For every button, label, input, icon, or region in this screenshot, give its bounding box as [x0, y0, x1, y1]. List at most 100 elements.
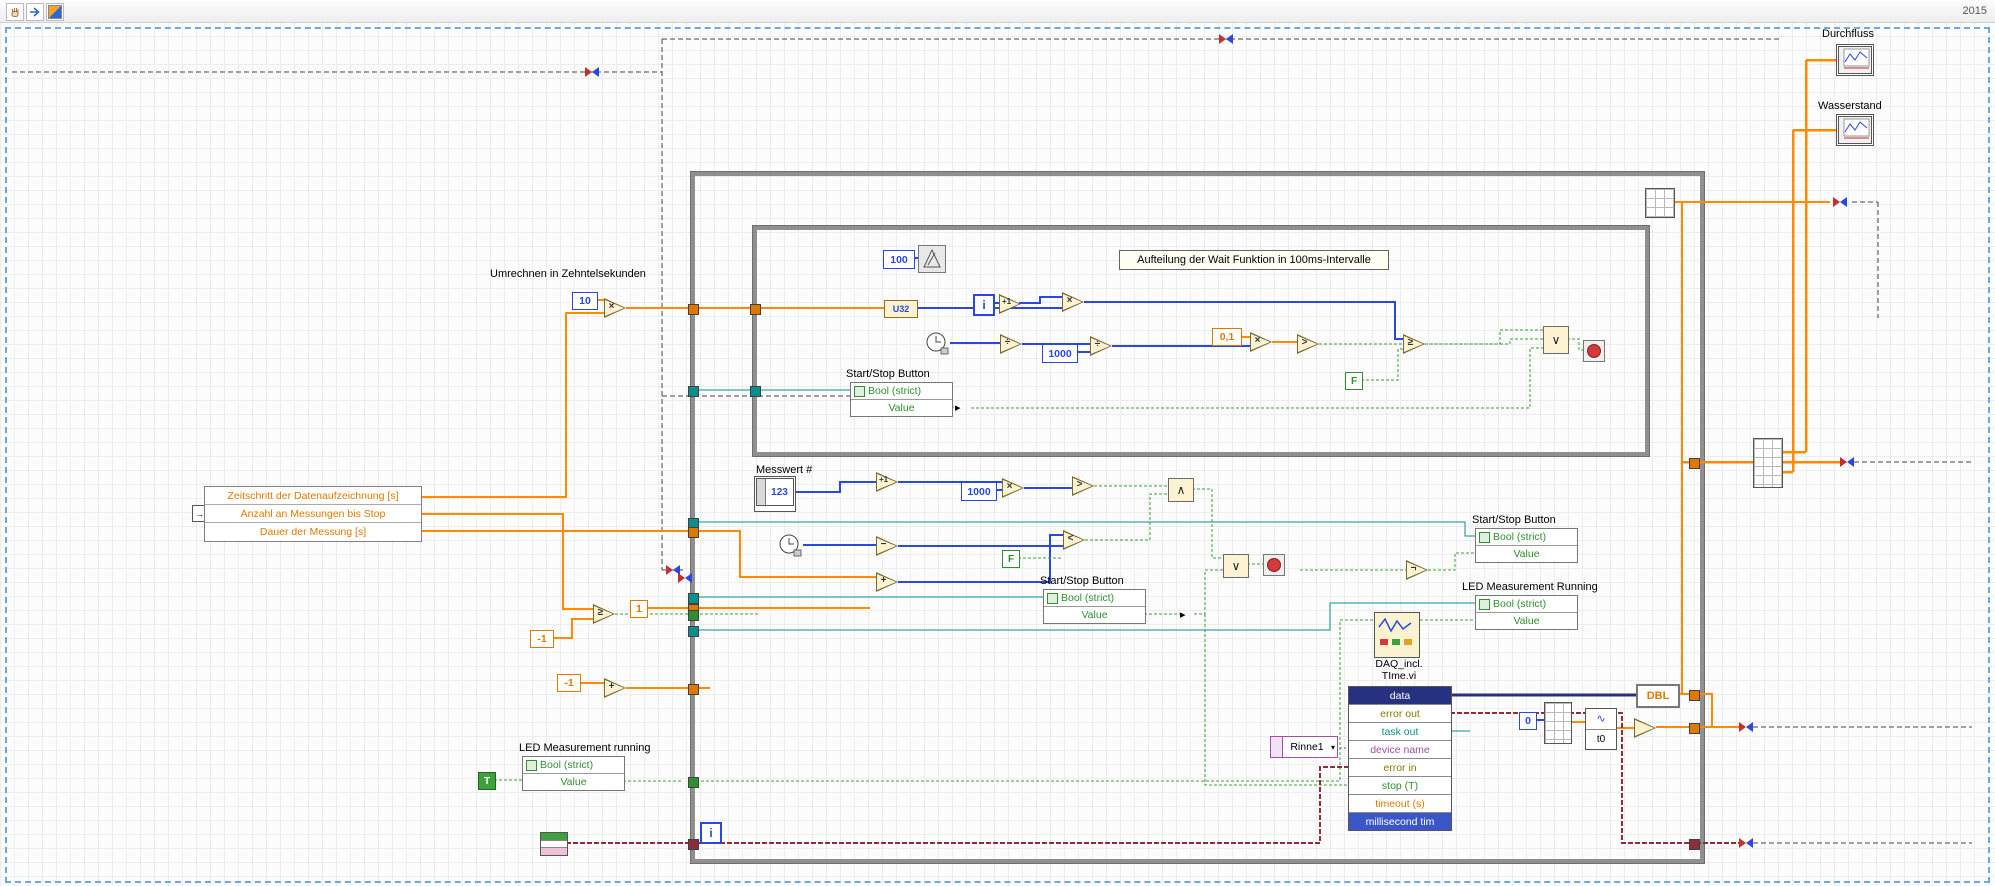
build-array-node[interactable]	[1645, 188, 1675, 218]
wire-junction-icon[interactable]	[1833, 197, 1847, 207]
property-value-row[interactable]: Value	[523, 774, 624, 790]
wire-junction-icon[interactable]	[1219, 34, 1233, 44]
property-node-start-stop-right[interactable]: Bool (strict) Value	[1475, 528, 1578, 563]
wire-junction-icon[interactable]	[585, 67, 599, 77]
daq-terminal-stop[interactable]: stop (T)	[1349, 777, 1451, 795]
tunnel-maroon[interactable]	[1689, 839, 1700, 850]
tunnel-orange[interactable]	[688, 304, 699, 315]
daq-terminal-data[interactable]: data	[1349, 687, 1451, 705]
numeric-constant-10[interactable]: 10	[572, 292, 598, 310]
device-name-text[interactable]: Rinne1	[1283, 741, 1331, 753]
tunnel-orange[interactable]	[688, 527, 699, 538]
error-cluster-constant[interactable]	[540, 832, 568, 856]
property-node-led-left[interactable]: Bool (strict) Value	[522, 756, 625, 791]
daq-vi-icon[interactable]	[1374, 612, 1420, 658]
true-constant[interactable]: T	[478, 772, 496, 790]
iteration-terminal-outer[interactable]: i	[700, 822, 722, 844]
tunnel-teal[interactable]	[688, 386, 699, 397]
tunnel-teal[interactable]	[750, 386, 761, 397]
increment-node[interactable]: +1	[876, 472, 898, 492]
tunnel-green[interactable]	[688, 777, 699, 788]
waveform-chart-wasserstand[interactable]	[1836, 114, 1874, 146]
property-node-label[interactable]: Start/Stop Button	[1472, 514, 1556, 526]
numeric-constant-1000-inner[interactable]: 1000	[1042, 344, 1078, 363]
add-node[interactable]: +	[876, 572, 898, 592]
tunnel-orange[interactable]	[750, 304, 761, 315]
free-label-aufteilung[interactable]: Aufteilung der Wait Funktion in 100ms-In…	[1119, 250, 1389, 270]
wire-junction-icon[interactable]	[1840, 457, 1854, 467]
wait-ms-icon[interactable]	[918, 245, 946, 273]
divide-node[interactable]: ÷	[1000, 334, 1022, 354]
dbl-orange-wires[interactable]	[420, 201, 1830, 729]
numeric-constant-100[interactable]: 100	[883, 250, 915, 269]
property-node-start-stop-inner[interactable]: Bool (strict) Value	[850, 382, 953, 417]
free-label-umrechnen[interactable]: Umrechnen in Zehntelsekunden	[490, 268, 646, 280]
index-array-split-node[interactable]	[1753, 438, 1783, 488]
daq-vi-terminals[interactable]: data error out task out device name erro…	[1348, 686, 1452, 831]
tunnel-green[interactable]	[688, 610, 699, 621]
property-value-row[interactable]: Value	[1044, 607, 1145, 623]
dashed-hidden-wires[interactable]	[12, 38, 1972, 844]
and-node[interactable]: ∧	[1168, 478, 1194, 502]
app-icon[interactable]	[46, 3, 64, 21]
multiply-node[interactable]: ×	[604, 298, 626, 318]
property-node-start-stop-center[interactable]: Bool (strict) Value	[1043, 589, 1146, 624]
multiply-node[interactable]: ×	[1062, 292, 1084, 312]
property-node-label[interactable]: LED Measurement Running	[1462, 581, 1598, 593]
iteration-terminal-inner[interactable]: i	[973, 294, 995, 316]
tunnel-teal[interactable]	[688, 593, 699, 604]
tunnel-orange[interactable]	[1689, 723, 1700, 734]
subtract-node[interactable]: −	[876, 536, 898, 556]
loop-condition-terminal-outer[interactable]	[1263, 554, 1285, 576]
numeric-constant-0-1[interactable]: 0,1	[1212, 328, 1242, 346]
dbl-indicator-terminal[interactable]: DBL	[1636, 684, 1680, 708]
greater-node[interactable]: >	[1072, 476, 1094, 496]
free-label-messwert[interactable]: Messwert #	[756, 464, 812, 476]
property-value-row[interactable]: Value	[1476, 613, 1577, 629]
to-u32-conversion-node[interactable]: U32	[884, 300, 918, 318]
cluster-row-anzahl[interactable]: Anzahl an Messungen bis Stop	[205, 505, 421, 523]
dbl-array-wires[interactable]	[1682, 58, 1840, 474]
cluster-row-dauer[interactable]: Dauer der Messung [s]	[205, 523, 421, 540]
cluster-row-zeitschritt[interactable]: Zeitschritt der Datenaufzeichnung [s]	[205, 487, 421, 505]
wire-junction-icon[interactable]	[678, 573, 692, 583]
greater-equal-node[interactable]: ≥	[593, 604, 615, 624]
increment-node[interactable]: +1	[999, 294, 1021, 314]
settings-cluster-constant[interactable]: Zeitschritt der Datenaufzeichnung [s] An…	[204, 486, 422, 542]
tick-count-ms-icon[interactable]	[777, 532, 803, 563]
tunnel-teal[interactable]	[688, 626, 699, 637]
tick-count-ms-icon[interactable]	[924, 330, 950, 361]
index-array-node[interactable]	[1544, 702, 1572, 744]
pan-hand-tool-icon[interactable]	[6, 3, 24, 21]
property-node-label[interactable]: Start/Stop Button	[1040, 575, 1124, 587]
false-constant[interactable]: F	[1002, 550, 1020, 568]
property-value-row[interactable]: Value	[851, 400, 952, 416]
divide-node[interactable]: ÷	[1090, 336, 1112, 356]
or-node[interactable]: ∨	[1223, 554, 1249, 578]
daq-terminal-task-out[interactable]: task out	[1349, 723, 1451, 741]
daq-terminal-device-name[interactable]: device name	[1349, 741, 1451, 759]
daq-terminal-timeout[interactable]: timeout (s)	[1349, 795, 1451, 813]
build-waveform-node[interactable]: ∿ t0	[1585, 708, 1617, 750]
property-node-label[interactable]: Start/Stop Button	[846, 368, 930, 380]
or-node[interactable]: ∨	[1543, 326, 1569, 354]
tunnel-orange[interactable]	[1689, 458, 1700, 469]
numeric-constant-minus1-b[interactable]: -1	[557, 674, 581, 692]
property-node-led-right[interactable]: Bool (strict) Value	[1475, 595, 1578, 630]
numeric-constant-0[interactable]: 0	[1519, 712, 1537, 730]
loop-condition-terminal-inner[interactable]	[1583, 340, 1605, 362]
daq-terminal-millisecond-timer[interactable]: millisecond tim	[1349, 813, 1451, 830]
local-variable-messwert[interactable]: 123	[754, 476, 796, 512]
tunnel-orange[interactable]	[688, 684, 699, 695]
numeric-constant-1000-outer[interactable]: 1000	[961, 482, 997, 501]
tunnel-maroon[interactable]	[688, 839, 699, 850]
multiply-node[interactable]: ×	[1250, 332, 1272, 352]
device-name-constant[interactable]: Rinne1 ▾	[1270, 736, 1338, 758]
waveform-chart-durchfluss[interactable]	[1836, 44, 1874, 76]
wire-junction-icon[interactable]	[1739, 838, 1753, 848]
chart-label-durchfluss[interactable]: Durchfluss	[1822, 28, 1874, 40]
property-node-label[interactable]: LED Measurement running	[519, 742, 650, 754]
daq-terminal-error-in[interactable]: error in	[1349, 759, 1451, 777]
property-value-row[interactable]: Value	[1476, 546, 1577, 562]
daq-terminal-error-out[interactable]: error out	[1349, 705, 1451, 723]
